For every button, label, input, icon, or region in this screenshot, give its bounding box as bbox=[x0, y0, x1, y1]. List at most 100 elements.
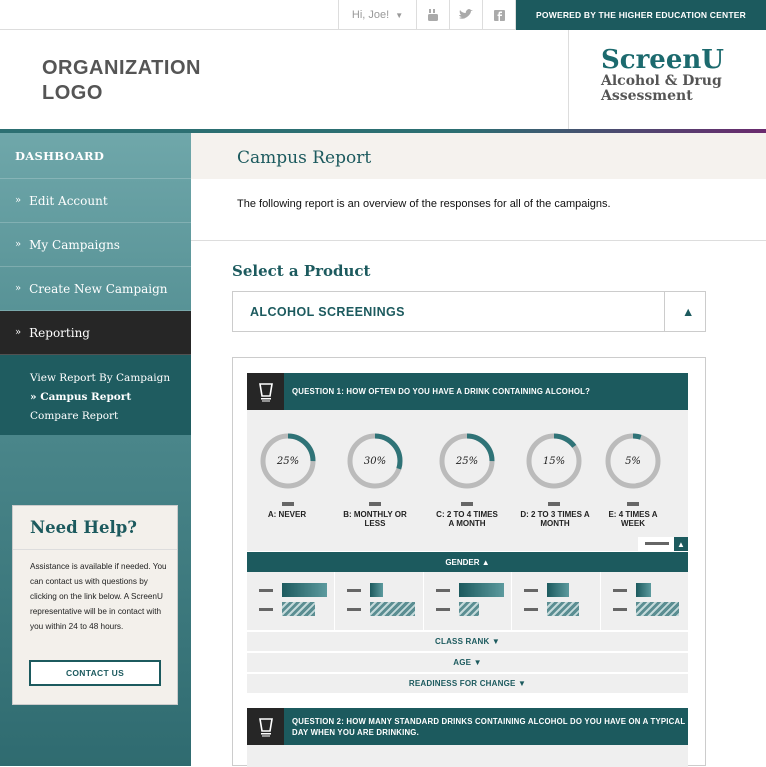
class-rank-filter[interactable]: CLASS RANK ▼ bbox=[247, 631, 688, 651]
question-1-results: 25% 30% 25% 15% 5% A: NEVER B: MONTHLY O… bbox=[247, 410, 688, 551]
legend-marker bbox=[612, 589, 627, 592]
triangle-up-icon[interactable]: ▲ bbox=[674, 537, 688, 551]
select-product-heading: Select a Product bbox=[232, 262, 371, 280]
reporting-submenu: View Report By Campaign » Campus Report … bbox=[0, 355, 191, 435]
brand-sub1: Alcohol & Drug bbox=[601, 73, 722, 89]
chevron-right-icon: » bbox=[15, 327, 22, 338]
twitter-icon bbox=[459, 9, 473, 19]
answer-d-marker bbox=[548, 502, 560, 506]
header: ORGANIZATION LOGO ScreenU Alcohol & Drug… bbox=[0, 30, 766, 129]
sidebar-item-label: My Campaigns bbox=[29, 237, 120, 252]
cup-icon bbox=[247, 373, 284, 410]
gender-bar-solid bbox=[547, 583, 570, 597]
chevron-down-icon: ▼ bbox=[395, 10, 404, 20]
chevron-right-icon: » bbox=[30, 391, 41, 403]
collapse-control[interactable]: ▲ bbox=[638, 537, 688, 551]
chevron-right-icon: » bbox=[15, 239, 22, 250]
answer-a-pct: 25% bbox=[276, 455, 300, 467]
sidebar-item-create-campaign[interactable]: » Create New Campaign bbox=[0, 267, 191, 311]
sidebar-item-my-campaigns[interactable]: » My Campaigns bbox=[0, 223, 191, 267]
divider bbox=[191, 240, 766, 241]
screenu-logo[interactable]: ScreenU Alcohol & Drug Assessment bbox=[568, 30, 766, 129]
answer-b-marker bbox=[369, 502, 381, 506]
legend-marker bbox=[524, 589, 539, 592]
question-2-bar[interactable]: QUESTION 2: HOW MANY STANDARD DRINKS CON… bbox=[247, 708, 688, 745]
sidebar-item-label: Reporting bbox=[29, 325, 90, 340]
gender-bar-hatched bbox=[370, 602, 416, 616]
facebook-button[interactable] bbox=[483, 0, 516, 30]
youtube-button[interactable] bbox=[417, 0, 450, 30]
sidebar-item-edit-account[interactable]: » Edit Account bbox=[0, 179, 191, 223]
contact-us-button[interactable]: CONTACT US bbox=[29, 660, 161, 686]
legend-marker bbox=[435, 608, 450, 611]
answer-d-label-line2: MONTH bbox=[540, 519, 570, 528]
gender-bar-hatched bbox=[282, 602, 315, 616]
greeting-text: Hi, Joe! bbox=[351, 9, 390, 21]
answer-e-label-line1: E: 4 TIMES A bbox=[608, 510, 658, 519]
collapse-marker bbox=[645, 542, 669, 545]
twitter-button[interactable] bbox=[450, 0, 483, 30]
legend-marker bbox=[259, 589, 273, 592]
answer-c-marker bbox=[461, 502, 473, 506]
cup-icon bbox=[247, 708, 284, 745]
user-menu[interactable]: Hi, Joe! ▼ bbox=[338, 0, 417, 30]
subnav-label: Campus Report bbox=[40, 391, 132, 403]
legend-marker bbox=[435, 589, 450, 592]
page-title-bar: Campus Report bbox=[191, 133, 766, 179]
answer-e-label: E: 4 TIMES A WEEK bbox=[598, 510, 668, 528]
legend-marker bbox=[612, 608, 627, 611]
product-toggle-button[interactable]: ▲ bbox=[664, 292, 705, 331]
brand-sub2: Assessment bbox=[601, 88, 693, 104]
answer-a-label-line1: A: NEVER bbox=[267, 510, 307, 519]
gender-cell-a bbox=[247, 572, 336, 630]
chevron-right-icon: » bbox=[15, 195, 22, 206]
sidebar-item-label: Create New Campaign bbox=[29, 281, 168, 296]
answer-c-label-line1: C: 2 TO 4 TIMES bbox=[436, 510, 498, 519]
answer-a-label: A: NEVER bbox=[252, 510, 322, 519]
answer-b-pct: 30% bbox=[363, 455, 387, 467]
report-panel: QUESTION 1: HOW OFTEN DO YOU HAVE A DRIN… bbox=[232, 357, 706, 767]
legend-marker bbox=[259, 608, 273, 611]
subnav-view-by-campaign[interactable]: View Report By Campaign bbox=[30, 369, 191, 388]
chevron-right-icon: » bbox=[15, 283, 22, 294]
answer-d-label-line1: D: 2 TO 3 TIMES A bbox=[520, 510, 590, 519]
org-logo-line1: ORGANIZATION bbox=[42, 57, 201, 79]
sidebar-item-label: Edit Account bbox=[29, 193, 108, 208]
top-bar: Hi, Joe! ▼ POWERED BY THE HIGHER EDUCATI… bbox=[0, 0, 766, 30]
answer-c-pct: 25% bbox=[455, 455, 479, 467]
answer-d-pct: 15% bbox=[542, 455, 566, 467]
question-2-text: QUESTION 2: HOW MANY STANDARD DRINKS CON… bbox=[292, 716, 686, 737]
answer-b-label-line1: B: MONTHLY OR bbox=[343, 510, 407, 519]
help-body: Assistance is available if needed. You c… bbox=[30, 562, 167, 631]
answer-e-marker bbox=[627, 502, 639, 506]
answer-d-donut: 15% bbox=[525, 432, 583, 495]
powered-by-banner: POWERED BY THE HIGHER EDUCATION CENTER bbox=[516, 0, 766, 30]
gender-bar-hatched bbox=[635, 602, 679, 616]
subnav-campus-report[interactable]: » Campus Report bbox=[30, 388, 191, 407]
triangle-up-icon: ▲ bbox=[682, 305, 695, 319]
gender-bar-solid bbox=[458, 583, 504, 597]
legend-marker bbox=[347, 589, 362, 592]
help-box: Need Help? Assistance is available if ne… bbox=[12, 505, 178, 705]
answer-b-donut: 30% bbox=[346, 432, 404, 495]
help-title: Need Help? bbox=[13, 506, 177, 550]
gender-cell-c bbox=[424, 572, 513, 630]
facebook-icon bbox=[493, 9, 505, 21]
answer-c-label: C: 2 TO 4 TIMES A MONTH bbox=[429, 510, 505, 528]
answer-c-donut: 25% bbox=[438, 432, 496, 495]
gender-cell-b bbox=[335, 572, 424, 630]
org-logo-line2: LOGO bbox=[42, 82, 103, 104]
sidebar-item-dashboard[interactable]: DASHBOARD bbox=[0, 133, 191, 179]
sidebar-item-reporting[interactable]: » Reporting bbox=[0, 311, 191, 355]
subnav-compare-report[interactable]: Compare Report bbox=[30, 407, 191, 426]
gender-breakdown bbox=[247, 572, 688, 630]
answer-e-donut: 5% bbox=[604, 432, 662, 495]
question-1-bar[interactable]: QUESTION 1: HOW OFTEN DO YOU HAVE A DRIN… bbox=[247, 373, 688, 410]
gender-filter-bar[interactable]: GENDER ▲ bbox=[247, 552, 688, 572]
answer-b-label: B: MONTHLY OR LESS bbox=[340, 510, 410, 528]
gender-bar-hatched bbox=[547, 602, 580, 616]
readiness-filter[interactable]: READINESS FOR CHANGE ▼ bbox=[247, 673, 688, 693]
product-select[interactable]: ALCOHOL SCREENINGS ▲ bbox=[232, 291, 706, 332]
gender-bar-solid bbox=[282, 583, 327, 597]
age-filter[interactable]: AGE ▼ bbox=[247, 652, 688, 672]
